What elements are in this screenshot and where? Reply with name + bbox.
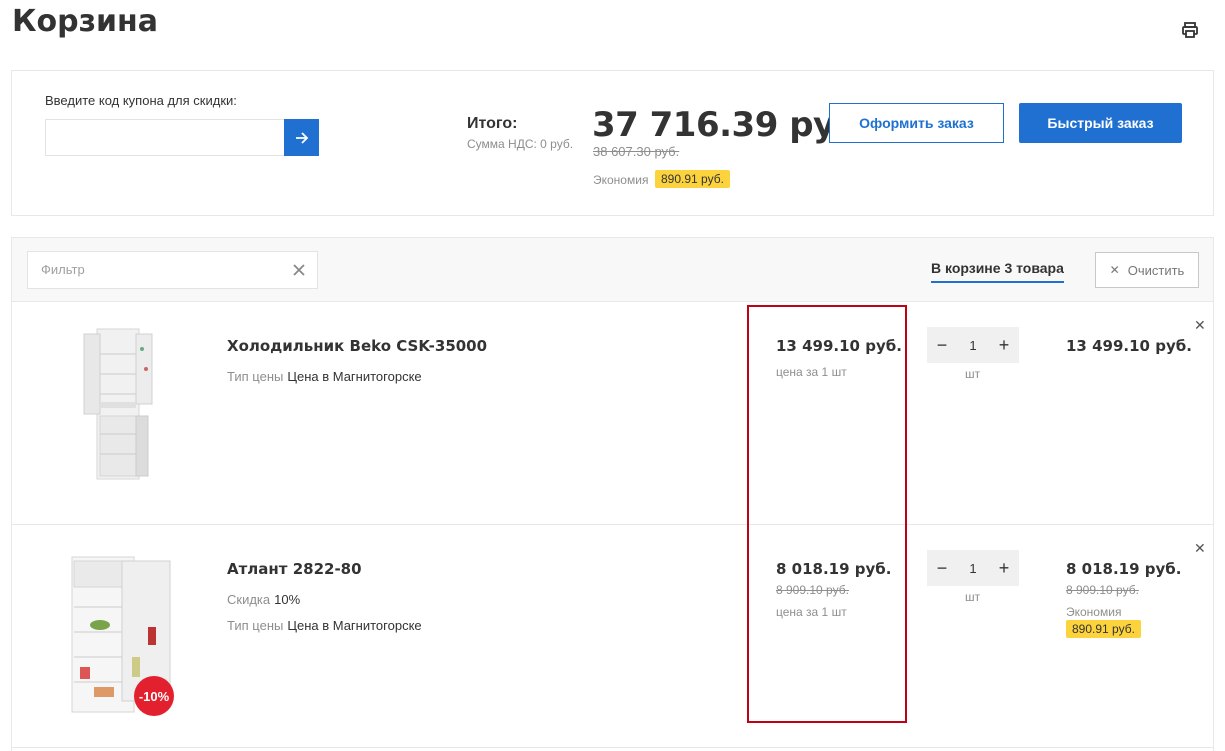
item-total: 13 499.10 руб. xyxy=(1066,337,1192,355)
quick-order-button[interactable]: Быстрый заказ xyxy=(1019,103,1182,143)
saving-label: Экономия xyxy=(593,173,649,187)
product-image[interactable] xyxy=(62,324,172,494)
quantity-stepper: − 1 + xyxy=(927,327,1019,363)
coupon-label: Введите код купона для скидки: xyxy=(45,93,237,108)
quantity-input[interactable]: 1 xyxy=(959,561,987,576)
arrow-right-icon xyxy=(295,131,308,144)
basket-item: -10% Атлант 2822-80 Скидка 10% Тип цены Це… xyxy=(12,525,1213,748)
property-key: Тип цены xyxy=(227,618,284,633)
close-icon[interactable] xyxy=(291,262,307,278)
basket-toolbar: Фильтр В корзине 3 товара ✕ Очистить xyxy=(12,238,1213,302)
quantity-stepper: − 1 + xyxy=(927,550,1019,586)
product-name[interactable]: Холодильник Beko CSK-35000 xyxy=(227,337,487,355)
price-note: цена за 1 шт xyxy=(776,365,847,379)
unit-old-price: 8 909.10 руб. xyxy=(776,583,849,597)
basket-item: Холодильник Beko CSK-35000 Тип цены Цена … xyxy=(12,302,1213,525)
saving-badge: 890.91 руб. xyxy=(655,170,730,188)
delete-icon[interactable]: ✕ xyxy=(1194,317,1206,334)
quantity-input[interactable]: 1 xyxy=(959,338,987,353)
product-property: Тип цены Цена в Магнитогорске xyxy=(227,369,422,384)
item-saving-badge: 890.91 руб. xyxy=(1066,620,1141,638)
basket-list: Фильтр В корзине 3 товара ✕ Очистить Хол… xyxy=(11,237,1214,751)
page-title: Корзина xyxy=(12,4,159,39)
product-property: Тип цены Цена в Магнитогорске xyxy=(227,618,422,633)
coupon-apply-button[interactable] xyxy=(284,119,319,156)
delete-icon[interactable]: ✕ xyxy=(1194,540,1206,557)
clear-basket-button[interactable]: ✕ Очистить xyxy=(1095,252,1199,288)
checkout-button[interactable]: Оформить заказ xyxy=(829,103,1004,143)
vat-label: Сумма НДС: 0 руб. xyxy=(467,137,574,151)
unit-price: 8 018.19 руб. xyxy=(776,560,892,578)
item-total-old: 8 909.10 руб. xyxy=(1066,583,1139,597)
discount-badge: -10% xyxy=(134,676,174,716)
plus-icon[interactable]: + xyxy=(995,335,1013,356)
property-value: Цена в Магнитогорске xyxy=(287,369,422,384)
property-key: Скидка xyxy=(227,592,271,607)
property-key: Тип цены xyxy=(227,369,284,384)
print-icon[interactable] xyxy=(1180,20,1200,40)
plus-icon[interactable]: + xyxy=(995,558,1013,579)
clear-basket-label: Очистить xyxy=(1127,262,1185,278)
total-old-price: 38 607.30 руб. xyxy=(593,144,680,159)
close-icon: ✕ xyxy=(1109,263,1120,277)
property-value: 10% xyxy=(274,592,301,607)
property-value: Цена в Магнитогорске xyxy=(287,618,422,633)
minus-icon[interactable]: − xyxy=(933,558,951,579)
price-note: цена за 1 шт xyxy=(776,605,847,619)
basket-count-tab[interactable]: В корзине 3 товара xyxy=(931,260,1064,283)
coupon-input[interactable] xyxy=(45,119,285,156)
product-name[interactable]: Атлант 2822-80 xyxy=(227,560,362,578)
order-summary: Введите код купона для скидки: Итого: Су… xyxy=(11,70,1214,216)
total-label: Итого: xyxy=(467,115,518,132)
quantity-unit: шт xyxy=(965,590,981,604)
filter-input[interactable]: Фильтр xyxy=(27,251,318,289)
item-total: 8 018.19 руб. xyxy=(1066,560,1182,578)
minus-icon[interactable]: − xyxy=(933,335,951,356)
unit-price: 13 499.10 руб. xyxy=(776,337,902,355)
product-property: Скидка 10% xyxy=(227,592,300,607)
quantity-unit: шт xyxy=(965,367,981,381)
item-saving-label: Экономия xyxy=(1066,605,1122,619)
